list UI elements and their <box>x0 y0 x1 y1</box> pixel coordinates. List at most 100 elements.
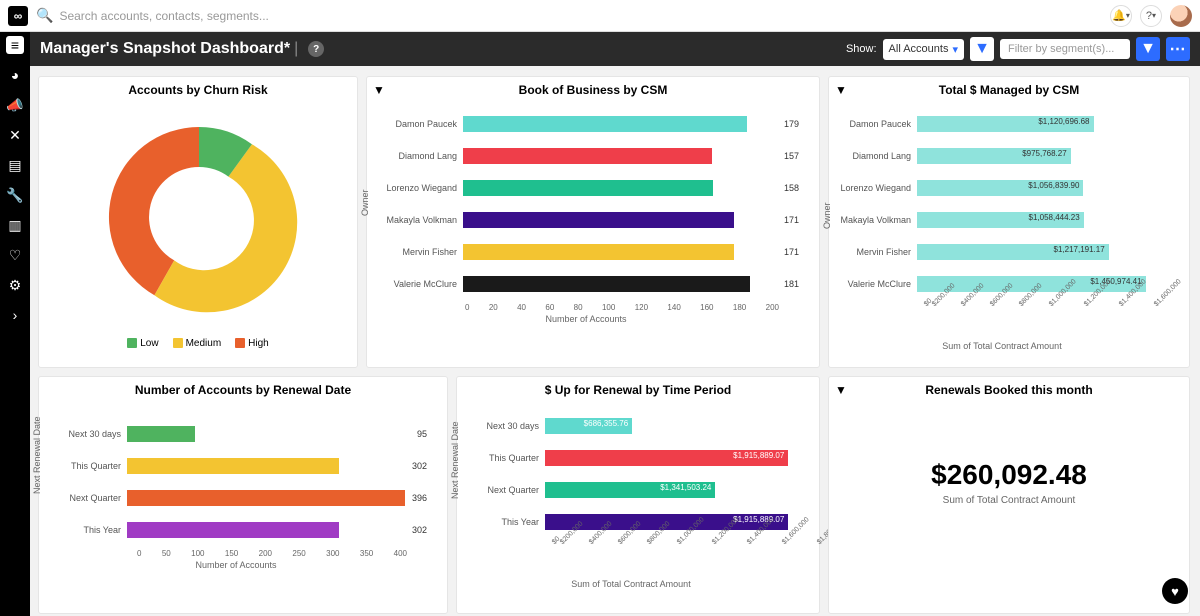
nav-shuffle-icon[interactable]: ✕ <box>6 126 24 144</box>
global-search-input[interactable] <box>59 9 459 23</box>
nav-heart-icon[interactable]: ♡ <box>6 246 24 264</box>
nav-list-icon[interactable]: ▥ <box>6 216 24 234</box>
bar[interactable] <box>127 522 339 538</box>
nav-megaphone-icon[interactable]: 📣 <box>6 96 24 114</box>
nav-menu-icon[interactable]: ≡ <box>6 36 24 54</box>
bar-category-label: Next 30 days <box>45 429 127 439</box>
bar-category-label: Lorenzo Wiegand <box>373 183 463 193</box>
apply-filter-button[interactable]: ▼ <box>1136 37 1160 61</box>
bar-category-label: Valerie McClure <box>835 279 917 289</box>
bar[interactable]: $1,120,696.68 <box>917 116 1094 132</box>
nav-wrench-icon[interactable]: 🔧 <box>6 186 24 204</box>
card-title: Accounts by Churn Risk <box>39 77 357 99</box>
x-axis-label: Sum of Total Contract Amount <box>463 579 799 589</box>
x-axis: $0$200,000$400,000$600,000$800,000$1,000… <box>923 303 1169 339</box>
bar-value: $1,056,839.90 <box>1028 181 1079 190</box>
bar[interactable]: $975,768.27 <box>917 148 1071 164</box>
card-title: Book of Business by CSM <box>367 77 819 99</box>
bar[interactable]: $1,058,444.23 <box>917 212 1084 228</box>
bar-category-label: Damon Paucek <box>373 119 463 129</box>
card-title: Number of Accounts by Renewal Date <box>39 377 447 399</box>
legend-high: High <box>235 338 269 349</box>
filter-icon[interactable]: ▼ <box>835 83 847 97</box>
bar[interactable] <box>127 490 405 506</box>
bar-row: Next 30 days $686,355.76 <box>463 413 799 439</box>
help-icon[interactable]: ?▾ <box>1140 5 1162 27</box>
bar-value: 157 <box>784 151 799 161</box>
app-logo[interactable]: ∞ <box>8 6 28 26</box>
x-axis-label: Number of Accounts <box>373 314 799 324</box>
bar-value: 171 <box>784 215 799 225</box>
dashboard-grid: Accounts by Churn Risk Low Medium High ▼… <box>30 66 1200 616</box>
bar-category-label: Damon Paucek <box>835 119 917 129</box>
bar[interactable]: $1,915,889.07 <box>545 450 788 466</box>
bar-value: $1,341,503.24 <box>660 483 711 492</box>
bar-value: $1,058,444.23 <box>1029 213 1080 222</box>
bar-row: This Quarter302 <box>45 453 427 479</box>
bar-row: Makayla Volkman$1,058,444.23 <box>835 207 1169 233</box>
bar[interactable] <box>463 244 734 260</box>
bar[interactable]: $1,217,191.17 <box>917 244 1109 260</box>
bar[interactable]: $1,056,839.90 <box>917 180 1083 196</box>
feedback-button[interactable]: ♥ <box>1162 578 1188 604</box>
bar[interactable] <box>463 212 734 228</box>
bar-value: 181 <box>784 279 799 289</box>
bar[interactable] <box>463 148 712 164</box>
nav-expand-icon[interactable]: › <box>6 306 24 324</box>
x-axis-label: Sum of Total Contract Amount <box>835 341 1169 351</box>
bar[interactable] <box>127 458 339 474</box>
bar-value: $1,915,889.07 <box>733 451 784 460</box>
filter-button[interactable]: ▼ <box>970 37 994 61</box>
x-axis: 020406080100120140160180200 <box>465 303 799 312</box>
notifications-icon[interactable]: 🔔▾ <box>1110 5 1132 27</box>
bar-value: 158 <box>784 183 799 193</box>
nav-gear-icon[interactable]: ⚙ <box>6 276 24 294</box>
bar-category-label: Next Quarter <box>463 485 545 495</box>
dashboard-header: Manager's Snapshot Dashboard* | ? Show: … <box>30 32 1200 66</box>
filter-icon[interactable]: ▼ <box>835 383 847 397</box>
card-title: Total $ Managed by CSM <box>829 77 1189 99</box>
card-book-of-business: ▼ Book of Business by CSM OwnerDamon Pau… <box>366 76 820 368</box>
bar-row: Makayla Volkman171 <box>373 207 799 233</box>
bar[interactable]: $686,355.76 <box>545 418 632 434</box>
bar-row: Diamond Lang157 <box>373 143 799 169</box>
bar-value: 171 <box>784 247 799 257</box>
bar-category-label: Lorenzo Wiegand <box>835 183 917 193</box>
card-renewal-dollar: $ Up for Renewal by Time Period Next Ren… <box>456 376 820 614</box>
legend-low: Low <box>127 338 158 349</box>
bar-category-label: Mervin Fisher <box>373 247 463 257</box>
bar-row: This Quarter $1,915,889.07 <box>463 445 799 471</box>
bar[interactable] <box>463 116 747 132</box>
bar-row: Next 30 days95 <box>45 421 427 447</box>
accounts-dropdown[interactable]: All Accounts▾ <box>883 39 964 60</box>
donut-legend: Low Medium High <box>39 338 357 349</box>
search-icon: 🔍 <box>36 7 53 24</box>
bar-value: 396 <box>412 493 427 503</box>
bar-value: $686,355.76 <box>584 419 629 428</box>
bar-category-label: Next 30 days <box>463 421 545 431</box>
bar[interactable]: $1,341,503.24 <box>545 482 715 498</box>
nav-columns-icon[interactable]: ▤ <box>6 156 24 174</box>
card-churn-risk: Accounts by Churn Risk Low Medium High <box>38 76 358 368</box>
x-axis-label: Number of Accounts <box>45 560 427 570</box>
card-renewals-booked: ▼ Renewals Booked this month $260,092.48… <box>828 376 1190 614</box>
nav-pie-icon[interactable]: ◕ <box>6 66 24 84</box>
bar-row: Next Quarter396 <box>45 485 427 511</box>
y-axis-label: Owner <box>360 189 370 216</box>
bar-row: Diamond Lang$975,768.27 <box>835 143 1169 169</box>
bar-value: 302 <box>412 461 427 471</box>
segment-filter-input[interactable]: Filter by segment(s)... <box>1000 39 1130 59</box>
bar[interactable] <box>127 426 195 442</box>
bar-category-label: This Year <box>463 517 545 527</box>
bar-category-label: This Quarter <box>463 453 545 463</box>
bar-row: Lorenzo Wiegand $1,056,839.90 <box>835 175 1169 201</box>
bar-value: $975,768.27 <box>1022 149 1067 158</box>
bar[interactable] <box>463 276 750 292</box>
bar[interactable] <box>463 180 713 196</box>
title-help-icon[interactable]: ? <box>308 41 324 57</box>
legend-medium: Medium <box>173 338 222 349</box>
filter-icon[interactable]: ▼ <box>373 83 385 97</box>
more-menu-button[interactable]: ⋯ <box>1166 37 1190 61</box>
user-avatar[interactable] <box>1170 5 1192 27</box>
x-axis: $0$200,000$400,000$600,000$800,000$1,000… <box>551 541 799 577</box>
